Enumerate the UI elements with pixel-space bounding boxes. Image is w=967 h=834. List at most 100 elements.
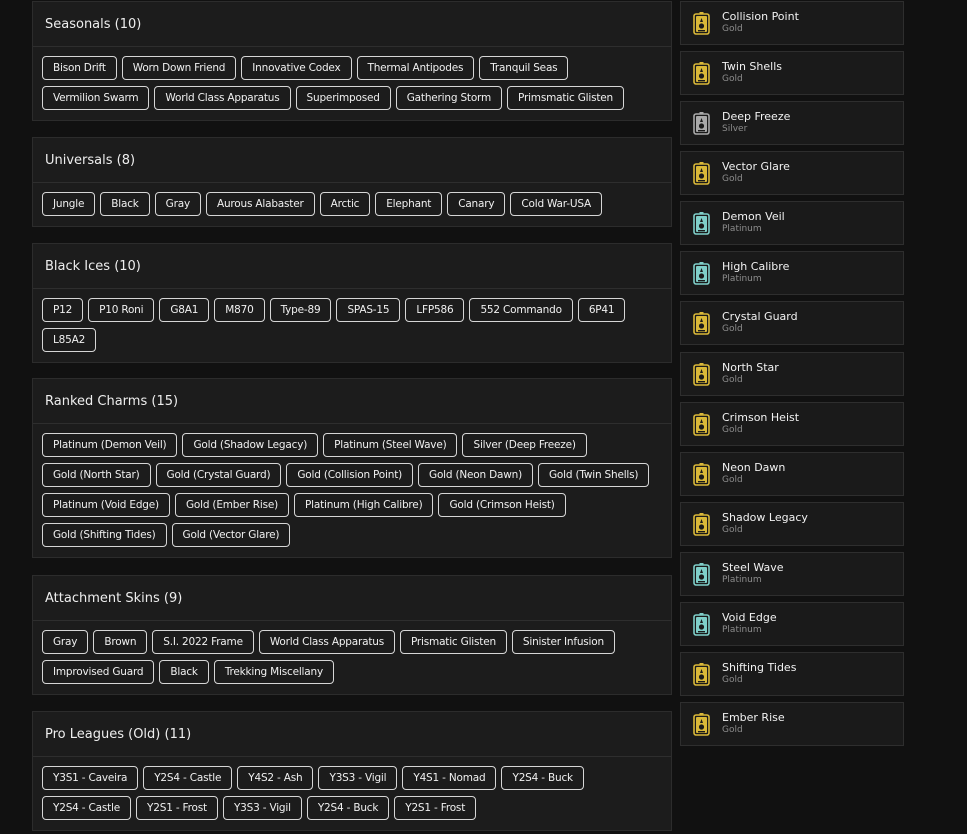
tag-chip[interactable]: Gold (Neon Dawn) bbox=[418, 463, 533, 487]
charm-name: Neon Dawn bbox=[722, 461, 786, 474]
tag-chip[interactable]: Trekking Miscellany bbox=[213, 660, 334, 684]
charm-name: Ember Rise bbox=[722, 711, 785, 724]
charm-card-void-edge[interactable]: Void Edge Platinum bbox=[680, 602, 904, 646]
section-black-ices: Black Ices (10) P12 P10 Roni G8A1 M870 Type-8… bbox=[32, 243, 672, 363]
tag-chip[interactable]: Y2S4 - Castle bbox=[143, 766, 233, 790]
section-pro-leagues-old: Pro Leagues (Old) (11) Y3S1 - Caveira Y2S4… bbox=[32, 711, 672, 831]
rank-charm-icon bbox=[693, 413, 710, 437]
charm-tier: Gold bbox=[722, 375, 743, 385]
tag-chip[interactable]: Elephant bbox=[375, 192, 443, 216]
tag-chip[interactable]: Platinum (High Calibre) bbox=[294, 493, 434, 517]
tag-chip[interactable]: Worn Down Friend bbox=[121, 56, 237, 80]
tag-list: Bison Drift Worn Down Friend Innovative Co… bbox=[33, 47, 671, 120]
tag-chip[interactable]: Thermal Antipodes bbox=[356, 56, 475, 80]
tag-chip[interactable]: Arctic bbox=[319, 192, 371, 216]
tag-chip[interactable]: Gold (Vector Glare) bbox=[171, 523, 291, 547]
tag-chip[interactable]: L85A2 bbox=[42, 328, 97, 352]
tag-chip[interactable]: Tranquil Seas bbox=[479, 56, 569, 80]
tag-chip[interactable]: Platinum (Void Edge) bbox=[42, 493, 170, 517]
charm-card-deep-freeze[interactable]: Deep Freeze Silver bbox=[680, 101, 904, 145]
tag-chip[interactable]: Type-89 bbox=[269, 298, 332, 322]
tag-chip[interactable]: Gold (Shadow Legacy) bbox=[182, 433, 319, 457]
section-universals: Universals (8) Jungle Black Gray Aurous Alab… bbox=[32, 137, 672, 227]
charm-tier: Platinum bbox=[722, 274, 762, 284]
tag-chip[interactable]: Gold (Crimson Heist) bbox=[438, 493, 566, 517]
charm-card-vector-glare[interactable]: Vector Glare Gold bbox=[680, 151, 904, 195]
tag-chip[interactable]: Gold (Shifting Tides) bbox=[42, 523, 167, 547]
rank-charm-icon bbox=[693, 312, 710, 336]
tag-chip[interactable]: Aurous Alabaster bbox=[205, 192, 315, 216]
charm-card-high-calibre[interactable]: High Calibre Platinum bbox=[680, 251, 904, 295]
tag-chip[interactable]: Black bbox=[159, 660, 209, 684]
tag-chip[interactable]: Gold (North Star) bbox=[42, 463, 151, 487]
charm-name: Void Edge bbox=[722, 611, 777, 624]
tag-chip[interactable]: Gold (Collision Point) bbox=[286, 463, 414, 487]
tag-chip[interactable]: M870 bbox=[214, 298, 265, 322]
tag-chip[interactable]: SPAS-15 bbox=[336, 298, 401, 322]
charm-name: Vector Glare bbox=[722, 160, 790, 173]
tag-chip[interactable]: LFP586 bbox=[405, 298, 465, 322]
tag-chip[interactable]: Superimposed bbox=[295, 86, 391, 110]
tag-chip[interactable]: Sinister Infusion bbox=[511, 630, 615, 654]
tag-chip[interactable]: 6P41 bbox=[577, 298, 626, 322]
tag-chip[interactable]: Platinum (Steel Wave) bbox=[323, 433, 458, 457]
charm-card-crimson-heist[interactable]: Crimson Heist Gold bbox=[680, 402, 904, 446]
tag-chip[interactable]: G8A1 bbox=[159, 298, 210, 322]
rank-charm-icon bbox=[693, 713, 710, 737]
tag-chip[interactable]: Black bbox=[100, 192, 150, 216]
tag-chip[interactable]: S.I. 2022 Frame bbox=[152, 630, 254, 654]
tag-chip[interactable]: Silver (Deep Freeze) bbox=[462, 433, 587, 457]
tag-chip[interactable]: Brown bbox=[93, 630, 148, 654]
tag-chip[interactable]: World Class Apparatus bbox=[258, 630, 395, 654]
tag-chip[interactable]: Gold (Crystal Guard) bbox=[155, 463, 282, 487]
charm-card-steel-wave[interactable]: Steel Wave Platinum bbox=[680, 552, 904, 596]
tag-chip[interactable]: Gold (Twin Shells) bbox=[537, 463, 650, 487]
tag-chip[interactable]: Canary bbox=[447, 192, 506, 216]
rank-charm-icon bbox=[693, 613, 710, 637]
tag-list: Gray Brown S.I. 2022 Frame World Class Appa… bbox=[33, 621, 671, 694]
tag-chip[interactable]: 552 Commando bbox=[469, 298, 573, 322]
rank-charm-icon bbox=[693, 12, 710, 36]
tag-chip[interactable]: Platinum (Demon Veil) bbox=[42, 433, 178, 457]
charm-card-demon-veil[interactable]: Demon Veil Platinum bbox=[680, 201, 904, 245]
tag-chip[interactable]: Y2S4 - Castle bbox=[42, 796, 132, 820]
tag-chip[interactable]: Y3S3 - Vigil bbox=[318, 766, 398, 790]
charm-name: Crystal Guard bbox=[722, 310, 798, 323]
charm-tier: Platinum bbox=[722, 224, 762, 234]
tag-chip[interactable]: Prismatic Glisten bbox=[399, 630, 507, 654]
tag-chip[interactable]: Y4S2 - Ash bbox=[237, 766, 314, 790]
tag-chip[interactable]: Y2S1 - Frost bbox=[136, 796, 218, 820]
tag-chip[interactable]: P12 bbox=[42, 298, 84, 322]
charm-name: Twin Shells bbox=[722, 60, 782, 73]
charm-card-shifting-tides[interactable]: Shifting Tides Gold bbox=[680, 652, 904, 696]
tag-chip[interactable]: Gold (Ember Rise) bbox=[174, 493, 289, 517]
tag-chip[interactable]: Jungle bbox=[42, 192, 96, 216]
tag-chip[interactable]: Y3S3 - Vigil bbox=[222, 796, 302, 820]
charm-card-neon-dawn[interactable]: Neon Dawn Gold bbox=[680, 452, 904, 496]
charm-card-twin-shells[interactable]: Twin Shells Gold bbox=[680, 51, 904, 95]
charm-card-ember-rise[interactable]: Ember Rise Gold bbox=[680, 702, 904, 746]
charm-name: Shadow Legacy bbox=[722, 511, 808, 524]
tag-chip[interactable]: Y2S4 - Buck bbox=[501, 766, 584, 790]
section-title: Universals (8) bbox=[33, 138, 671, 183]
charm-card-collision-point[interactable]: Collision Point Gold bbox=[680, 1, 904, 45]
tag-chip[interactable]: Gathering Storm bbox=[395, 86, 503, 110]
tag-chip[interactable]: Y2S1 - Frost bbox=[394, 796, 477, 820]
tag-chip[interactable]: Vermilion Swarm bbox=[42, 86, 150, 110]
tag-chip[interactable]: Gray bbox=[154, 192, 201, 216]
charm-card-shadow-legacy[interactable]: Shadow Legacy Gold bbox=[680, 502, 904, 546]
tag-chip[interactable]: Gray bbox=[42, 630, 89, 654]
tag-chip[interactable]: Y2S4 - Buck bbox=[306, 796, 390, 820]
tag-chip[interactable]: Primsmatic Glisten bbox=[507, 86, 624, 110]
tag-chip[interactable]: P10 Roni bbox=[88, 298, 155, 322]
charm-card-crystal-guard[interactable]: Crystal Guard Gold bbox=[680, 301, 904, 345]
tag-chip[interactable]: Innovative Codex bbox=[241, 56, 352, 80]
tag-chip[interactable]: World Class Apparatus bbox=[154, 86, 291, 110]
tag-chip[interactable]: Y4S1 - Nomad bbox=[402, 766, 497, 790]
tag-chip[interactable]: Y3S1 - Caveira bbox=[42, 766, 139, 790]
charm-card-north-star[interactable]: North Star Gold bbox=[680, 352, 904, 396]
tag-chip[interactable]: Improvised Guard bbox=[42, 660, 155, 684]
rank-charm-icon bbox=[693, 563, 710, 587]
tag-chip[interactable]: Cold War-USA bbox=[510, 192, 602, 216]
tag-chip[interactable]: Bison Drift bbox=[42, 56, 117, 80]
